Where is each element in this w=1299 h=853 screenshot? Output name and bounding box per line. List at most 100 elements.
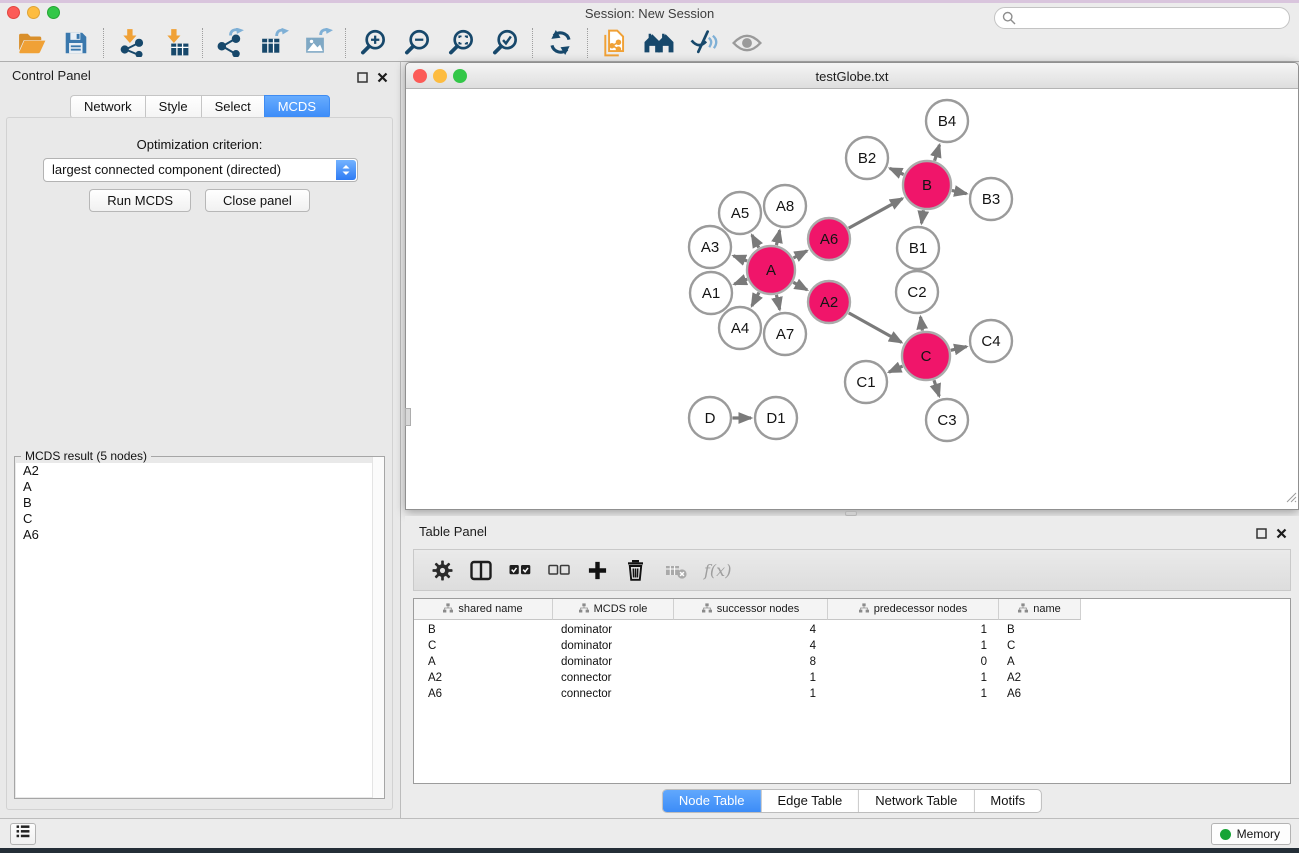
close-panel-icon[interactable] [377,70,388,88]
tab-network-table[interactable]: Network Table [858,790,973,812]
table-row[interactable]: Adominator80A [414,654,1290,670]
table-cell[interactable]: 1 [828,670,999,686]
tab-select[interactable]: Select [201,95,264,119]
node-A1[interactable]: A1 [690,272,732,314]
table-cell[interactable]: A6 [414,686,553,702]
node-C1[interactable]: C1 [845,361,887,403]
edge-A-A2[interactable] [793,282,807,290]
table-cell[interactable]: C [414,638,553,654]
table-cell[interactable]: A [999,654,1081,670]
edge-A-A8[interactable] [776,230,779,245]
first-neighbors-icon[interactable] [637,27,681,59]
table-cell[interactable]: 1 [828,686,999,702]
table-cell[interactable]: B [999,622,1081,638]
node-B[interactable]: B [903,161,951,209]
edge-B-B1[interactable] [922,210,924,223]
export-table-icon[interactable] [252,27,296,59]
table-cell[interactable]: A2 [414,670,553,686]
edge-B-B4[interactable] [935,145,940,161]
edge-C-C3[interactable] [934,380,939,396]
table-row[interactable]: Cdominator41C [414,638,1290,654]
node-B4[interactable]: B4 [926,100,968,142]
edge-A-A4[interactable] [752,293,759,307]
table-cell[interactable]: 8 [674,654,828,670]
table-cell[interactable]: A6 [999,686,1081,702]
search-input[interactable] [994,7,1290,29]
table-cell[interactable]: 1 [674,686,828,702]
result-list-item[interactable]: A2 [16,463,383,479]
table-cell[interactable]: connector [553,670,674,686]
result-list-item[interactable]: B [16,495,383,511]
column-header-predecessor-nodes[interactable]: predecessor nodes [828,599,999,620]
column-header-successor-nodes[interactable]: successor nodes [674,599,828,620]
table-cell[interactable]: 4 [674,622,828,638]
table-cell[interactable]: 0 [828,654,999,670]
table-row[interactable]: A2connector11A2 [414,670,1290,686]
export-network-icon[interactable] [208,27,252,59]
node-C2[interactable]: C2 [896,271,938,313]
show-all-icon[interactable] [725,27,769,59]
node-A[interactable]: A [747,246,795,294]
delete-column-icon[interactable] [625,554,648,586]
node-A6[interactable]: A6 [808,218,850,260]
result-list-item[interactable]: A [16,479,383,495]
tab-edge-table[interactable]: Edge Table [760,790,858,812]
column-header-name[interactable]: name [999,599,1081,620]
divider-grip[interactable] [405,408,411,426]
open-file-icon[interactable] [10,27,54,59]
table-cell[interactable]: A2 [999,670,1081,686]
edge-C-C2[interactable] [921,317,923,331]
edge-A-A5[interactable] [752,235,759,248]
column-header-shared-name[interactable]: shared name [414,599,553,620]
node-A7[interactable]: A7 [764,313,806,355]
table-cell[interactable]: connector [553,686,674,702]
result-scrollbar[interactable] [372,457,384,798]
memory-button[interactable]: Memory [1211,823,1291,845]
close-panel-button[interactable]: Close panel [205,189,310,212]
edge-B-B3[interactable] [952,190,967,193]
edge-A-A7[interactable] [776,295,779,310]
import-table-icon[interactable] [153,27,197,59]
node-C4[interactable]: C4 [970,320,1012,362]
edge-A-A6[interactable] [794,251,808,258]
table-row[interactable]: Bdominator41B [414,622,1290,638]
tab-mcds[interactable]: MCDS [264,95,330,119]
export-image-icon[interactable] [296,27,340,59]
network-canvas[interactable]: B4B2BB3B1A5A8A6A3AA1A4A7A2C2CC1C4C3DD1 [406,89,1298,509]
gear-icon[interactable] [432,554,453,586]
add-column-icon[interactable] [587,554,608,586]
mcds-result-list[interactable]: A2ABCA6 [16,463,383,797]
node-D1[interactable]: D1 [755,397,797,439]
column-header-MCDS-role[interactable]: MCDS role [553,599,674,620]
delete-table-icon[interactable] [665,554,687,586]
edge-A6-B[interactable] [849,199,903,229]
network-graph[interactable]: B4B2BB3B1A5A8A6A3AA1A4A7A2C2CC1C4C3DD1 [406,89,1298,509]
node-A2[interactable]: A2 [808,281,850,323]
node-B2[interactable]: B2 [846,137,888,179]
node-B1[interactable]: B1 [897,227,939,269]
edge-A-A3[interactable] [733,256,747,261]
table-row[interactable]: A6connector11A6 [414,686,1290,702]
float-panel-icon[interactable] [357,70,368,88]
zoom-out-icon[interactable] [395,27,439,59]
zoom-in-icon[interactable] [351,27,395,59]
node-A4[interactable]: A4 [719,307,761,349]
node-D[interactable]: D [689,397,731,439]
table-cell[interactable]: 1 [828,638,999,654]
edge-A2-C[interactable] [849,313,902,343]
result-list-item[interactable]: C [16,511,383,527]
table-cell[interactable]: 4 [674,638,828,654]
network-window-titlebar[interactable]: testGlobe.txt [406,63,1298,89]
zoom-fit-icon[interactable] [439,27,483,59]
save-session-icon[interactable] [54,27,98,59]
node-A3[interactable]: A3 [689,226,731,268]
table-cell[interactable]: dominator [553,654,674,670]
table-cell[interactable]: dominator [553,622,674,638]
table-cell[interactable]: A [414,654,553,670]
tab-node-table[interactable]: Node Table [663,790,761,812]
result-list-item[interactable]: A6 [16,527,383,543]
resize-grip-icon[interactable] [1284,490,1297,508]
node-A8[interactable]: A8 [764,185,806,227]
refresh-icon[interactable] [538,27,582,59]
float-table-panel-icon[interactable] [1256,526,1267,544]
